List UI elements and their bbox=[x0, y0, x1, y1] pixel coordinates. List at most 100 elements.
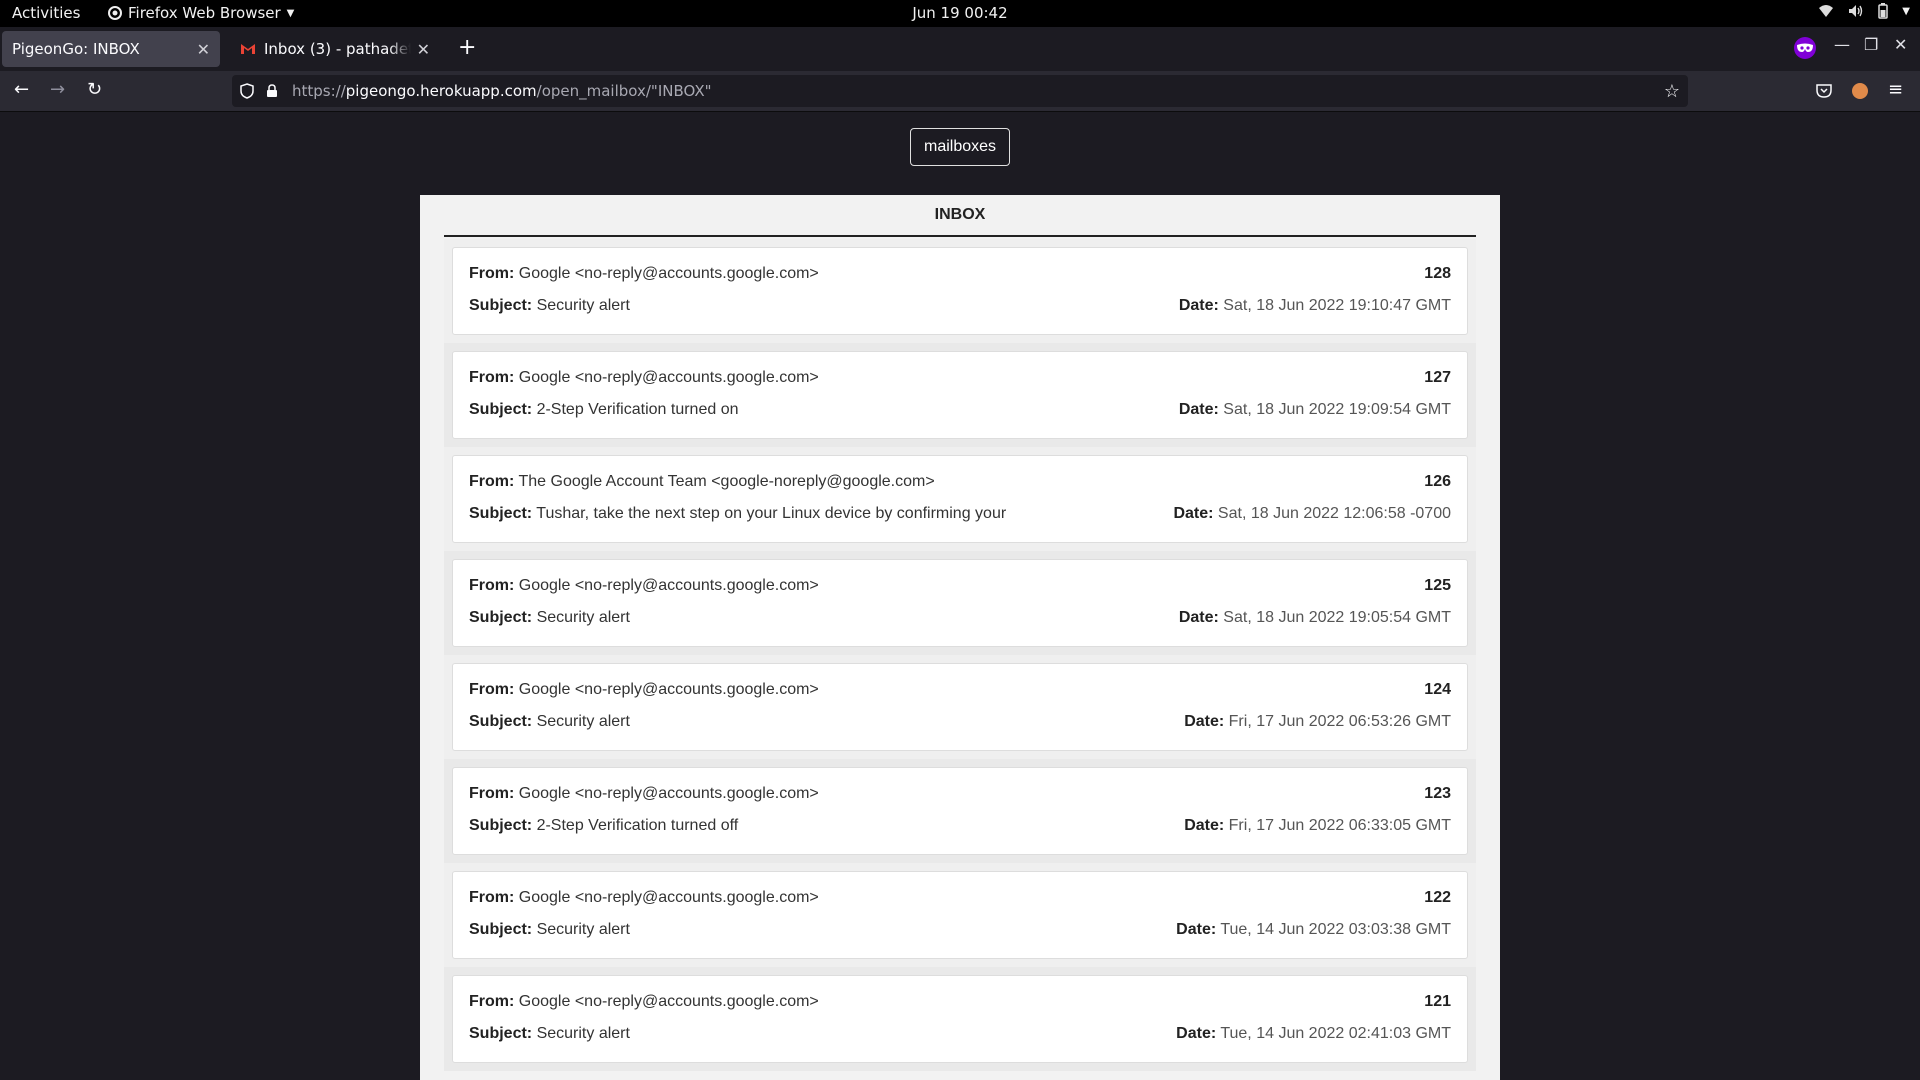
date-label: Date: bbox=[1184, 713, 1225, 730]
email-subject: Subject: Security alert bbox=[469, 1025, 630, 1043]
email-from: From: Google <no-reply@accounts.google.c… bbox=[469, 785, 819, 803]
email-date: Date: Sat, 18 Jun 2022 19:09:54 GMT bbox=[1179, 401, 1451, 419]
email-row[interactable]: From: Google <no-reply@accounts.google.c… bbox=[444, 759, 1476, 863]
navigation-toolbar: ← → ↻ https://pigeongo.herokuapp.com/ope… bbox=[0, 71, 1920, 112]
date-text: Sat, 18 Jun 2022 12:06:58 -0700 bbox=[1217, 505, 1451, 522]
sender: The Google Account Team <google-noreply@… bbox=[518, 473, 935, 490]
from-label: From: bbox=[469, 473, 515, 490]
pocket-icon[interactable] bbox=[1816, 84, 1832, 98]
email-uid: 122 bbox=[1424, 889, 1451, 906]
email-row[interactable]: From: Google <no-reply@accounts.google.c… bbox=[444, 551, 1476, 655]
subject-label: Subject: bbox=[469, 297, 533, 314]
email-date: Date: Tue, 14 Jun 2022 02:41:03 GMT bbox=[1176, 1025, 1451, 1043]
url-bar[interactable]: https://pigeongo.herokuapp.com/open_mail… bbox=[232, 75, 1688, 107]
tab-strip: PigeonGo: INBOX ✕ Inbox (3) - pathadetus… bbox=[0, 27, 1920, 71]
app-name: Firefox Web Browser bbox=[128, 4, 281, 22]
mailboxes-button[interactable]: mailboxes bbox=[910, 128, 1010, 166]
menu-icon[interactable]: ≡ bbox=[1888, 79, 1903, 100]
tab-pigeongo-inbox[interactable]: PigeonGo: INBOX ✕ bbox=[2, 31, 220, 67]
sender: Google <no-reply@accounts.google.com> bbox=[518, 577, 819, 594]
email-uid: 124 bbox=[1424, 681, 1451, 698]
tab-gmail-inbox[interactable]: Inbox (3) - pathadetushar ✕ bbox=[230, 31, 440, 67]
email-card[interactable]: From: Google <no-reply@accounts.google.c… bbox=[452, 559, 1468, 647]
email-subject: Subject: 2-Step Verification turned off bbox=[469, 817, 738, 835]
date-text: Sat, 18 Jun 2022 19:05:54 GMT bbox=[1223, 609, 1451, 626]
email-card[interactable]: From: Google <no-reply@accounts.google.c… bbox=[452, 247, 1468, 335]
email-row[interactable]: From: Google <no-reply@accounts.google.c… bbox=[444, 239, 1476, 343]
subject-label: Subject: bbox=[469, 713, 533, 730]
email-card[interactable]: From: The Google Account Team <google-no… bbox=[452, 455, 1468, 543]
date-label: Date: bbox=[1176, 1025, 1217, 1042]
subject-label: Subject: bbox=[469, 921, 533, 938]
close-tab-icon[interactable]: ✕ bbox=[417, 40, 430, 59]
activities-button[interactable]: Activities bbox=[12, 4, 80, 22]
email-row[interactable]: From: The Google Account Team <google-no… bbox=[444, 447, 1476, 551]
tab-title: PigeonGo: INBOX bbox=[12, 40, 140, 58]
email-uid: 123 bbox=[1424, 785, 1451, 802]
email-date: Date: Tue, 14 Jun 2022 03:03:38 GMT bbox=[1176, 921, 1451, 939]
email-row[interactable]: From: Google <no-reply@accounts.google.c… bbox=[444, 863, 1476, 967]
lock-icon[interactable] bbox=[266, 84, 278, 98]
subject-text: Tushar, take the next step on your Linux… bbox=[536, 505, 1007, 522]
forward-button[interactable]: → bbox=[50, 79, 65, 100]
account-avatar[interactable] bbox=[1852, 83, 1868, 99]
sender: Google <no-reply@accounts.google.com> bbox=[518, 785, 819, 802]
email-subject: Subject: 2-Step Verification turned on bbox=[469, 401, 738, 419]
date-text: Fri, 17 Jun 2022 06:33:05 GMT bbox=[1228, 817, 1451, 834]
tab-title: Inbox (3) - pathadetushar bbox=[264, 40, 411, 58]
email-from: From: Google <no-reply@accounts.google.c… bbox=[469, 681, 819, 699]
email-card[interactable]: From: Google <no-reply@accounts.google.c… bbox=[452, 767, 1468, 855]
system-tray[interactable]: ▼ bbox=[1818, 3, 1910, 19]
minimize-icon[interactable]: — bbox=[1834, 35, 1850, 54]
email-row[interactable]: From: Google <no-reply@accounts.google.c… bbox=[444, 655, 1476, 759]
email-from: From: Google <no-reply@accounts.google.c… bbox=[469, 265, 819, 283]
gmail-icon bbox=[241, 44, 255, 54]
email-card[interactable]: From: Google <no-reply@accounts.google.c… bbox=[452, 871, 1468, 959]
from-label: From: bbox=[469, 785, 515, 802]
subject-label: Subject: bbox=[469, 609, 533, 626]
shield-icon[interactable] bbox=[240, 83, 254, 99]
new-tab-button[interactable]: + bbox=[458, 35, 476, 60]
email-card[interactable]: From: Google <no-reply@accounts.google.c… bbox=[452, 351, 1468, 439]
sender: Google <no-reply@accounts.google.com> bbox=[518, 265, 819, 282]
email-from: From: Google <no-reply@accounts.google.c… bbox=[469, 889, 819, 907]
reload-button[interactable]: ↻ bbox=[87, 79, 102, 100]
email-row[interactable]: From: Google <no-reply@accounts.google.c… bbox=[444, 967, 1476, 1071]
close-window-icon[interactable]: ✕ bbox=[1894, 35, 1907, 54]
subject-text: 2-Step Verification turned on bbox=[536, 401, 739, 418]
date-text: Tue, 14 Jun 2022 02:41:03 GMT bbox=[1220, 1025, 1451, 1042]
email-list: From: Google <no-reply@accounts.google.c… bbox=[444, 237, 1476, 1071]
caret-down-icon: ▼ bbox=[286, 7, 295, 19]
back-button[interactable]: ← bbox=[14, 79, 29, 100]
email-card[interactable]: From: Google <no-reply@accounts.google.c… bbox=[452, 663, 1468, 751]
url-host: pigeongo.herokuapp.com bbox=[345, 82, 537, 100]
email-date: Date: Sat, 18 Jun 2022 19:10:47 GMT bbox=[1179, 297, 1451, 315]
close-tab-icon[interactable]: ✕ bbox=[197, 40, 210, 59]
sender: Google <no-reply@accounts.google.com> bbox=[518, 369, 819, 386]
email-subject: Subject: Security alert bbox=[469, 297, 630, 315]
email-uid: 121 bbox=[1424, 993, 1451, 1010]
email-uid: 126 bbox=[1424, 473, 1451, 490]
email-subject: Subject: Security alert bbox=[469, 609, 630, 627]
email-date: Date: Sat, 18 Jun 2022 12:06:58 -0700 bbox=[1173, 505, 1451, 523]
subject-text: Security alert bbox=[536, 713, 630, 730]
wifi-icon bbox=[1819, 5, 1834, 17]
email-uid: 125 bbox=[1424, 577, 1451, 594]
date-label: Date: bbox=[1178, 609, 1219, 626]
page-content: mailboxes INBOX From: Google <no-reply@a… bbox=[0, 112, 1920, 1080]
email-card[interactable]: From: Google <no-reply@accounts.google.c… bbox=[452, 975, 1468, 1063]
email-uid: 127 bbox=[1424, 369, 1451, 386]
subject-text: Security alert bbox=[536, 297, 630, 314]
date-text: Tue, 14 Jun 2022 03:03:38 GMT bbox=[1220, 921, 1451, 938]
app-menu[interactable]: Firefox Web Browser ▼ bbox=[108, 4, 294, 22]
email-row[interactable]: From: Google <no-reply@accounts.google.c… bbox=[444, 343, 1476, 447]
email-date: Date: Fri, 17 Jun 2022 06:53:26 GMT bbox=[1184, 713, 1451, 731]
email-subject: Subject: Security alert bbox=[469, 713, 630, 731]
email-subject: Subject: Security alert bbox=[469, 921, 630, 939]
battery-icon bbox=[1878, 3, 1889, 19]
date-label: Date: bbox=[1178, 401, 1219, 418]
restore-icon[interactable]: ❐ bbox=[1864, 35, 1878, 54]
bookmark-star-icon[interactable]: ☆ bbox=[1664, 81, 1680, 102]
private-browsing-icon bbox=[1794, 37, 1816, 59]
clock[interactable]: Jun 19 00:42 bbox=[912, 4, 1007, 22]
